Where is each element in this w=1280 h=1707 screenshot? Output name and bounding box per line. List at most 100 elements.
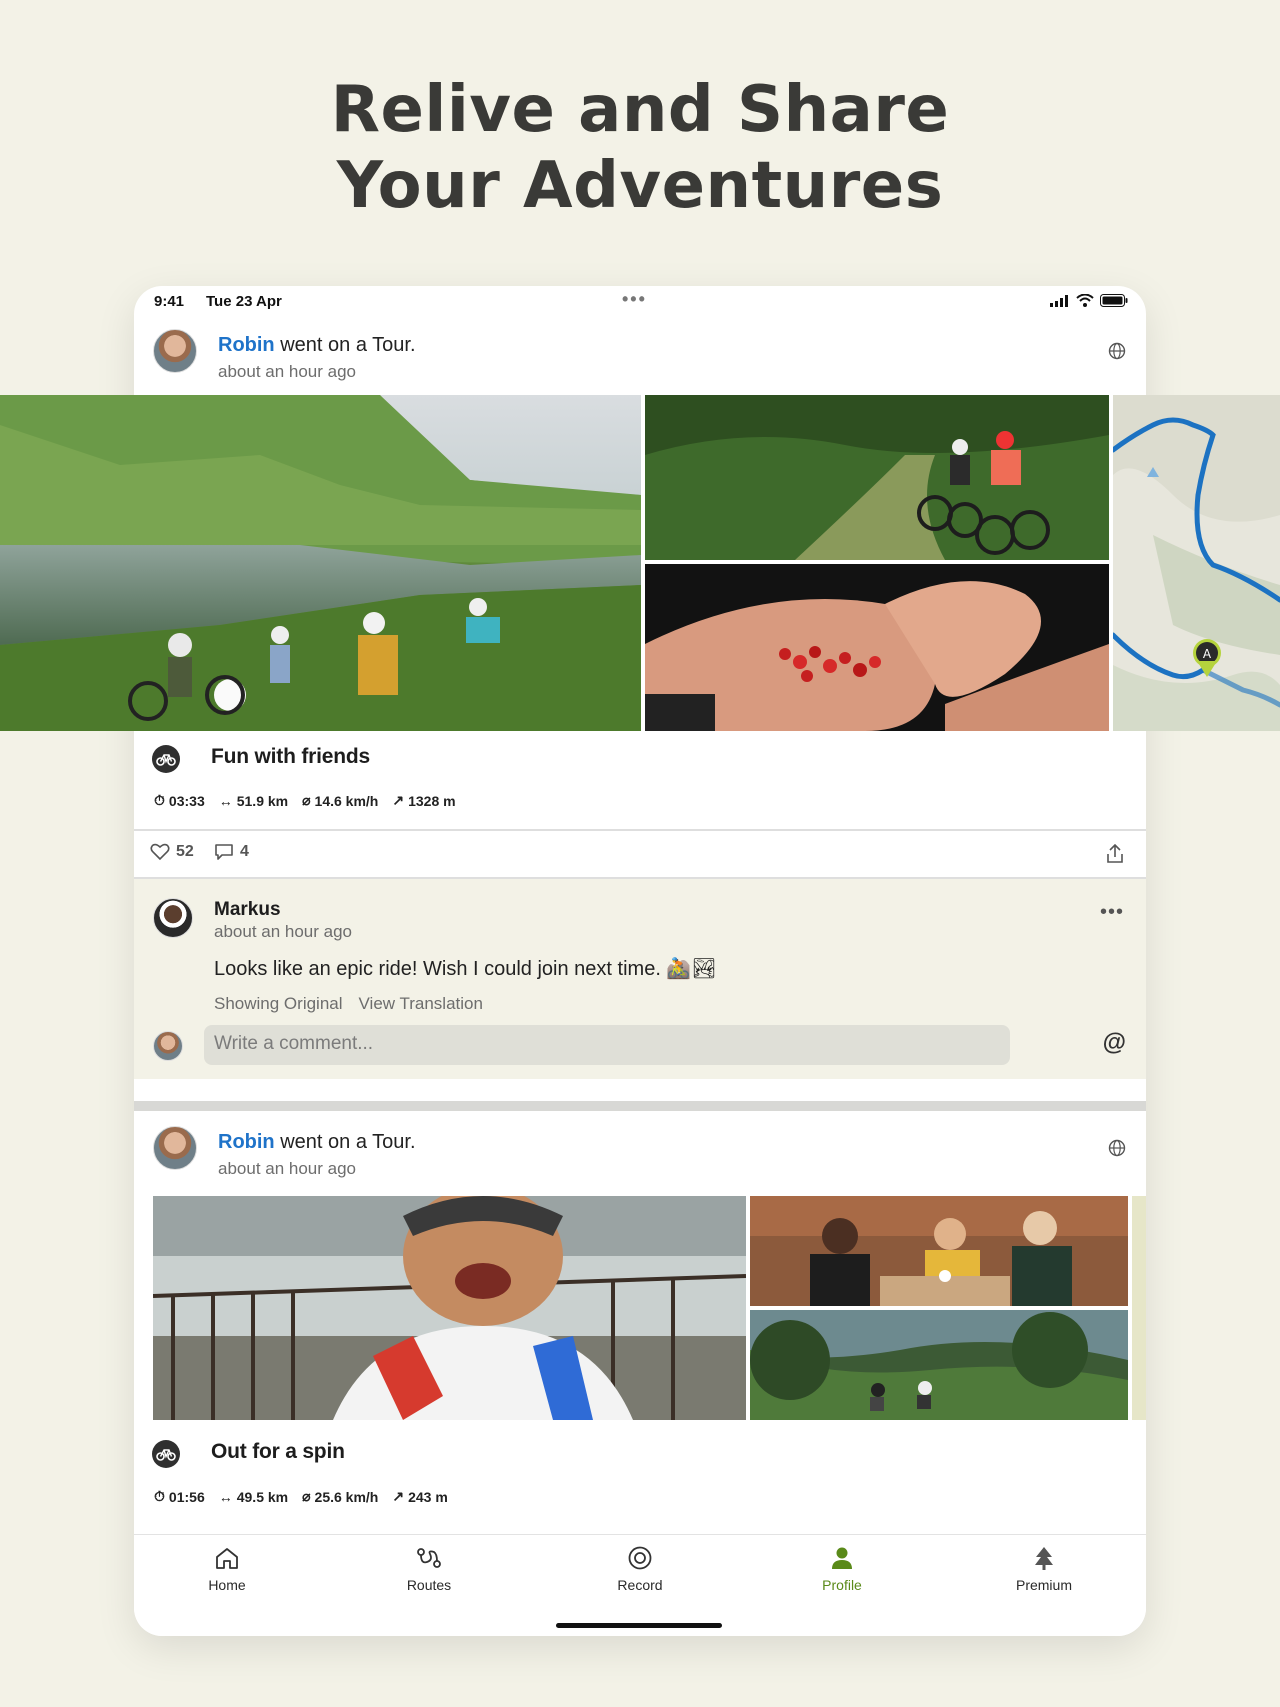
- stat-distance: ↔ 49.5 km: [219, 1489, 288, 1505]
- photo-laughing-rider[interactable]: [153, 1196, 746, 1420]
- tab-profile[interactable]: Profile: [772, 1543, 912, 1593]
- view-translation-link[interactable]: View Translation: [359, 994, 483, 1014]
- route-map-2[interactable]: [1132, 1196, 1146, 1420]
- post-author-line: Robin went on a Tour.: [218, 1131, 416, 1154]
- distance-value: 51.9 km: [236, 792, 289, 809]
- stat-duration: ⏱ 01:56: [154, 1488, 205, 1505]
- home-icon: [216, 1548, 238, 1569]
- tab-bar: Home Routes Record Profile Premium: [134, 1534, 1146, 1636]
- map-marker-label: A: [1203, 647, 1212, 661]
- like-count: 52: [176, 843, 194, 860]
- headline: Relive and Share Your Adventures: [0, 72, 1280, 224]
- elevation-value: 243 m: [408, 1488, 448, 1505]
- translation-links: Showing Original View Translation: [214, 994, 483, 1014]
- comment-count: 4: [240, 843, 249, 860]
- post-action-text: went on a Tour.: [274, 334, 416, 356]
- tour-stats-2: ⏱ 01:56 ↔ 49.5 km ⌀ 25.6 km/h ↗ 243 m: [154, 1488, 448, 1505]
- photo-lake-riders[interactable]: [0, 395, 641, 731]
- distance-icon: ↔: [218, 1488, 233, 1505]
- avg-speed-icon: ⌀: [302, 792, 311, 808]
- premium-icon: [1035, 1547, 1053, 1570]
- routes-icon: [417, 1548, 441, 1568]
- more-options-button[interactable]: •••: [1100, 901, 1124, 924]
- post-timestamp: about an hour ago: [218, 362, 357, 381]
- tab-routes-label: Routes: [406, 1577, 452, 1593]
- avatar[interactable]: [153, 1126, 197, 1170]
- tab-record[interactable]: Record: [570, 1543, 710, 1593]
- tour-title-row-1[interactable]: Fun with friends: [134, 739, 1146, 779]
- elevation-icon: ↗: [392, 1488, 405, 1504]
- duration-value: 01:56: [168, 1488, 205, 1505]
- comment-button[interactable]: 4: [214, 843, 249, 861]
- tour-title[interactable]: Fun with friends: [211, 745, 370, 769]
- avg-speed-icon: ⌀: [302, 1488, 311, 1504]
- photo-gallery-2[interactable]: [153, 1196, 1146, 1420]
- status-time: 9:41: [154, 293, 185, 310]
- stopwatch-icon: ⏱: [154, 1488, 165, 1504]
- tab-routes[interactable]: Routes: [359, 1543, 499, 1593]
- my-avatar: [153, 1031, 183, 1061]
- tab-profile-label: Profile: [822, 1577, 862, 1593]
- status-icons: [1050, 294, 1128, 307]
- multitask-dots[interactable]: •••: [622, 289, 647, 310]
- tour-title[interactable]: Out for a spin: [211, 1440, 345, 1464]
- globe-icon[interactable]: [1108, 342, 1126, 360]
- photo-forest-riders[interactable]: [645, 395, 1109, 560]
- stat-distance: ↔ 51.9 km: [219, 793, 288, 809]
- home-indicator[interactable]: [556, 1623, 722, 1628]
- tab-home-label: Home: [208, 1577, 246, 1593]
- tab-record-label: Record: [617, 1577, 663, 1593]
- post-author-line: Robin went on a Tour.: [218, 334, 416, 357]
- photo-cafe-group[interactable]: [750, 1196, 1128, 1306]
- stat-speed: ⌀ 25.6 km/h: [302, 1488, 378, 1505]
- route-map[interactable]: A: [1113, 395, 1280, 731]
- stopwatch-icon: ⏱: [154, 792, 165, 808]
- avatar[interactable]: [153, 329, 197, 373]
- heart-icon: [150, 843, 170, 861]
- signal-icon: [1050, 294, 1068, 307]
- wifi-icon: [1076, 294, 1094, 307]
- headline-line1: Relive and Share: [330, 73, 950, 147]
- photo-hand-berries[interactable]: [645, 564, 1109, 731]
- comment-section: Markus ••• about an hour ago Looks like …: [134, 879, 1146, 1079]
- commenter-name[interactable]: Markus: [214, 899, 281, 921]
- duration-value: 03:33: [168, 792, 205, 809]
- tab-premium-label: Premium: [1015, 1577, 1072, 1593]
- speed-value: 14.6 km/h: [314, 792, 379, 809]
- photo-valley-riders[interactable]: [750, 1310, 1128, 1420]
- distance-icon: ↔: [218, 792, 233, 809]
- stat-elevation: ↗ 243 m: [392, 1488, 447, 1505]
- showing-original-label: Showing Original: [214, 994, 343, 1013]
- tab-premium[interactable]: Premium: [974, 1543, 1114, 1593]
- distance-value: 49.5 km: [236, 1488, 289, 1505]
- headline-line2: Your Adventures: [336, 149, 944, 223]
- battery-icon: [1100, 294, 1128, 307]
- comment-text: Looks like an epic ride! Wish I could jo…: [214, 958, 717, 980]
- author-name-link[interactable]: Robin: [218, 334, 275, 356]
- status-bar: 9:41 Tue 23 Apr •••: [134, 286, 1146, 320]
- bike-icon: [152, 745, 180, 773]
- record-icon: [628, 1546, 652, 1570]
- photo-gallery-1[interactable]: A: [0, 395, 1280, 731]
- stat-elevation: ↗ 1328 m: [392, 792, 455, 809]
- comment-icon: [215, 844, 233, 860]
- elevation-icon: ↗: [392, 792, 405, 808]
- profile-icon: [832, 1547, 852, 1569]
- globe-icon[interactable]: [1108, 1139, 1126, 1157]
- tour-title-row-2[interactable]: Out for a spin: [134, 1434, 1146, 1474]
- author-name-link[interactable]: Robin: [218, 1131, 275, 1153]
- comment-timestamp: about an hour ago: [214, 922, 353, 941]
- mention-button[interactable]: @: [1103, 1029, 1126, 1057]
- commenter-avatar[interactable]: [153, 898, 193, 938]
- post-header-1: Robin went on a Tour. about an hour ago: [134, 324, 1146, 396]
- tab-home[interactable]: Home: [157, 1543, 297, 1593]
- bike-icon: [152, 1440, 180, 1468]
- post-timestamp: about an hour ago: [218, 1159, 357, 1178]
- share-icon[interactable]: [1106, 844, 1124, 864]
- post-action-text: went on a Tour.: [274, 1131, 416, 1153]
- elevation-value: 1328 m: [408, 792, 456, 809]
- comment-input[interactable]: Write a comment...: [204, 1025, 1010, 1065]
- like-button[interactable]: 52: [150, 843, 194, 861]
- status-date: Tue 23 Apr: [206, 293, 282, 310]
- stat-duration: ⏱ 03:33: [154, 792, 205, 809]
